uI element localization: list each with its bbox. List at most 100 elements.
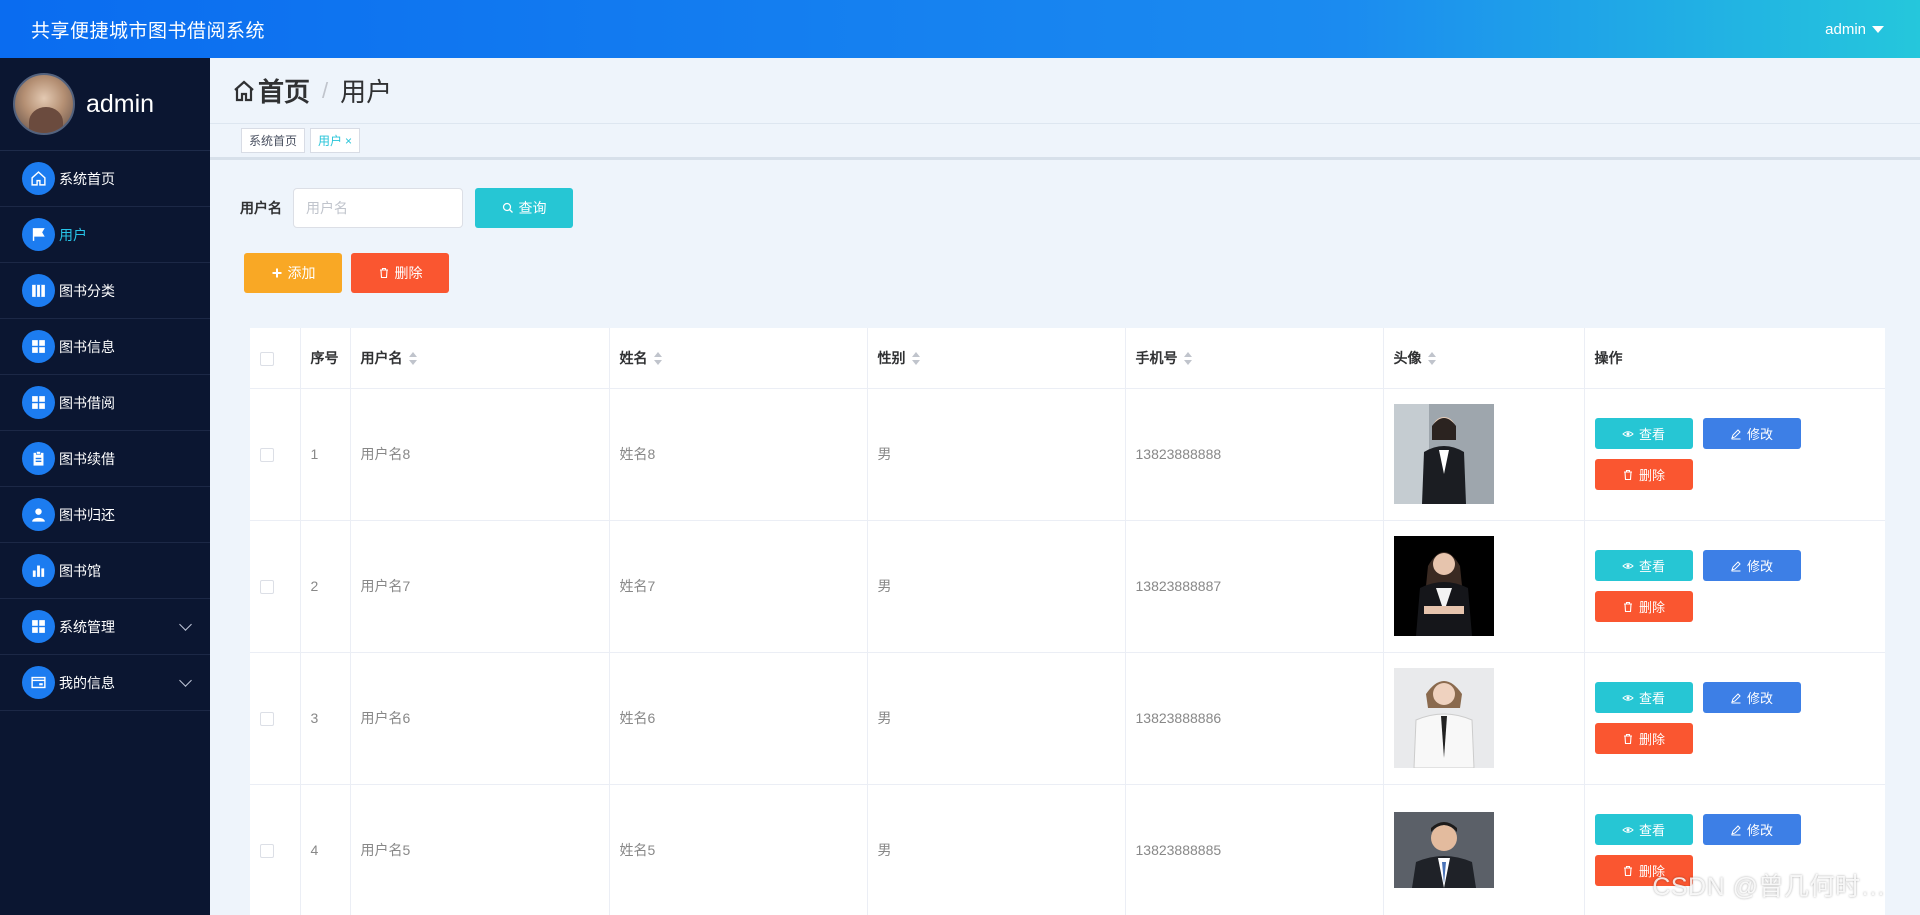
sort-icon[interactable] (653, 352, 663, 366)
breadcrumb: 首页 / 用户 (210, 58, 1920, 124)
sidebar-item-label: 我的信息 (59, 674, 115, 691)
column-label: 序号 (310, 349, 339, 366)
query-button[interactable]: 查询 (475, 188, 573, 228)
column-header-actions: 操作 (1584, 328, 1885, 389)
search-form: 用户名 查询 (240, 188, 573, 228)
view-button-label: 查看 (1638, 823, 1665, 838)
row-checkbox[interactable] (260, 712, 274, 727)
sort-icon[interactable] (1183, 352, 1193, 366)
row-checkbox[interactable] (260, 448, 274, 463)
column-header-gender[interactable]: 性别 (867, 328, 1126, 389)
add-button-label: 添加 (287, 265, 316, 281)
sidebar-item-system-admin[interactable]: 系统管理 (0, 599, 210, 655)
edit-button[interactable]: 修改 (1702, 418, 1801, 449)
tag-users[interactable]: 用户 × (310, 128, 361, 153)
column-label: 用户名 (360, 349, 403, 366)
view-button[interactable]: 查看 (1594, 550, 1693, 581)
sidebar-item-book-return[interactable]: 图书归还 (0, 487, 210, 543)
delete-button[interactable]: 删除 (1594, 723, 1693, 754)
edit-button[interactable]: 修改 (1702, 550, 1801, 581)
select-all-checkbox[interactable] (260, 351, 274, 366)
delete-button-label: 删除 (1638, 468, 1665, 483)
column-header-avatar[interactable]: 头像 (1383, 328, 1585, 389)
search-icon (502, 202, 513, 213)
sidebar-item-book-renew[interactable]: 图书续借 (0, 431, 210, 487)
batch-delete-button-label: 删除 (394, 265, 423, 281)
edit-icon (1731, 428, 1741, 439)
cell-username: 用户名7 (350, 520, 610, 653)
column-label: 操作 (1594, 349, 1623, 366)
sort-icon[interactable] (1427, 352, 1437, 366)
breadcrumb-home[interactable]: 首页 (258, 72, 310, 109)
cell-phone: 13823888888 (1125, 388, 1384, 521)
edit-button-label: 修改 (1746, 691, 1773, 706)
delete-button[interactable]: 删除 (1594, 459, 1693, 490)
sidebar-item-library[interactable]: 图书馆 (0, 543, 210, 599)
row-checkbox[interactable] (260, 844, 274, 859)
column-header-username[interactable]: 用户名 (350, 328, 610, 389)
sidebar-item-home[interactable]: 系统首页 (0, 151, 210, 207)
eye-icon (1622, 562, 1634, 569)
user-photo (1393, 404, 1494, 504)
books-icon (22, 274, 55, 307)
edit-button[interactable]: 修改 (1702, 682, 1801, 713)
tag-home[interactable]: 系统首页 (241, 128, 306, 153)
row-actions: 查看 修改 删除 (1594, 550, 1885, 622)
plus-icon (272, 268, 281, 278)
cell-username: 用户名5 (350, 784, 610, 915)
delete-button[interactable]: 删除 (1594, 591, 1693, 622)
home-icon (22, 162, 55, 195)
trash-icon (1623, 601, 1632, 612)
edit-button[interactable]: 修改 (1702, 814, 1801, 845)
query-button-label: 查询 (518, 200, 547, 216)
search-input[interactable] (293, 188, 463, 228)
sidebar-item-book-category[interactable]: 图书分类 (0, 263, 210, 319)
person-icon (22, 498, 55, 531)
table-row: 1 用户名8 姓名8 男 13823888888 查看 修改 删除 (250, 388, 1885, 521)
bar-chart-icon (22, 554, 55, 587)
column-label: 姓名 (619, 349, 648, 366)
column-header-phone[interactable]: 手机号 (1125, 328, 1384, 389)
grid-icon (22, 330, 55, 363)
cell-name: 姓名5 (609, 784, 868, 915)
batch-delete-button[interactable]: 删除 (351, 253, 449, 293)
add-button[interactable]: 添加 (244, 253, 342, 293)
edit-icon (1731, 824, 1741, 835)
sidebar-item-label: 系统管理 (59, 618, 115, 635)
column-label: 手机号 (1135, 349, 1178, 366)
cell-gender: 男 (867, 520, 1126, 653)
cell-avatar (1383, 784, 1585, 915)
eye-icon (1622, 430, 1634, 437)
user-menu-label: admin (1825, 20, 1866, 38)
tag-label: 用户 (318, 134, 343, 148)
close-icon[interactable]: × (345, 134, 352, 148)
tag-label: 系统首页 (249, 134, 298, 148)
user-menu[interactable]: admin (1825, 21, 1884, 38)
column-header-name[interactable]: 姓名 (609, 328, 868, 389)
flag-icon (22, 218, 55, 251)
sort-icon[interactable] (408, 352, 418, 366)
cell-index: 3 (300, 652, 351, 785)
edit-icon (1731, 692, 1741, 703)
view-button-label: 查看 (1638, 691, 1665, 706)
sort-icon[interactable] (911, 352, 921, 366)
chevron-down-icon (179, 618, 192, 631)
user-photo (1393, 536, 1494, 636)
view-button[interactable]: 查看 (1594, 418, 1693, 449)
sidebar-item-book-borrow[interactable]: 图书借阅 (0, 375, 210, 431)
sidebar-menu: 系统首页 用户 图书分类 图书信息 图书借阅 图书续借 图书归还 图书馆 系统管… (0, 151, 210, 711)
sidebar: admin 系统首页 用户 图书分类 图书信息 图书借阅 图书续借 图书归还 图… (0, 58, 210, 915)
sidebar-item-label: 图书分类 (59, 282, 115, 299)
select-all-cell (250, 328, 301, 389)
sidebar-item-users[interactable]: 用户 (0, 207, 210, 263)
users-table: 序号 用户名 姓名 性别 手机号 头像 操作 1 用户名8 姓名8 男 1382… (250, 328, 1885, 915)
sidebar-item-my-info[interactable]: 我的信息 (0, 655, 210, 711)
watermark: CSDN @曾几何时… (1652, 873, 1886, 901)
table-row: 3 用户名6 姓名6 男 13823888886 查看 修改 删除 (250, 652, 1885, 785)
view-button[interactable]: 查看 (1594, 682, 1693, 713)
cell-index: 1 (300, 388, 351, 521)
sidebar-item-book-info[interactable]: 图书信息 (0, 319, 210, 375)
view-button[interactable]: 查看 (1594, 814, 1693, 845)
row-checkbox[interactable] (260, 580, 274, 595)
table-row: 2 用户名7 姓名7 男 13823888887 查看 修改 删除 (250, 520, 1885, 653)
